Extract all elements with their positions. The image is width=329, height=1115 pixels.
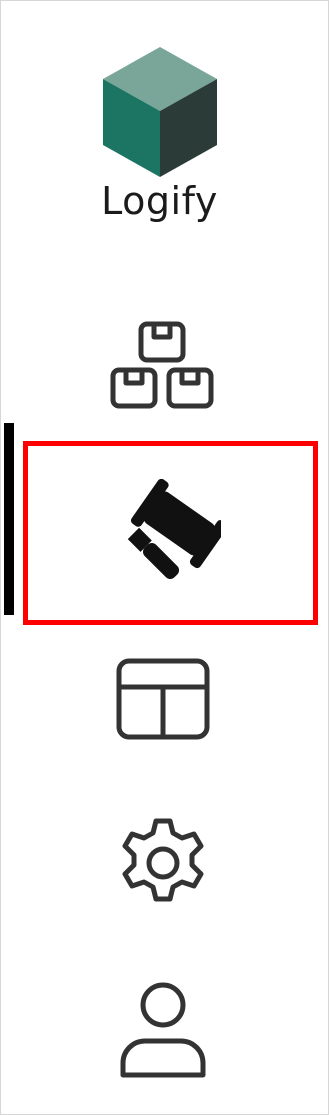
- cube-logo-icon: [101, 45, 219, 179]
- nav-item-layout[interactable]: [23, 641, 318, 761]
- user-icon: [120, 982, 206, 1078]
- nav-item-inventory[interactable]: [23, 301, 318, 423]
- boxes-icon: [110, 321, 214, 409]
- nav-item-profile[interactable]: [23, 969, 318, 1089]
- nav-item-settings[interactable]: [23, 801, 318, 931]
- app-name: Logify: [101, 179, 218, 223]
- gear-icon: [122, 818, 204, 902]
- nav-item-auctions[interactable]: [23, 441, 318, 625]
- sidebar: Logify: [0, 0, 329, 1115]
- active-indicator: [4, 423, 14, 615]
- layout-icon: [116, 658, 210, 740]
- gavel-icon: [127, 479, 221, 579]
